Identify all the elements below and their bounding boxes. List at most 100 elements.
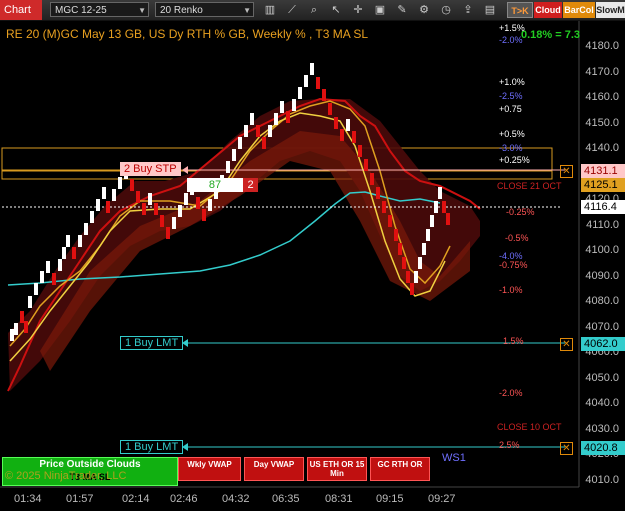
renko-brick	[334, 117, 338, 129]
percent-level-label: 1.5%	[503, 336, 524, 346]
tabs-icon[interactable]: ▤	[482, 2, 498, 18]
renko-brick	[96, 199, 100, 211]
renko-brick	[438, 187, 442, 199]
share-icon[interactable]: ⇪	[460, 2, 476, 18]
price-tick-label: 4090.0	[585, 269, 619, 282]
renko-brick	[10, 329, 14, 341]
percent-level-label: +0.25%	[499, 155, 530, 165]
renko-brick	[250, 113, 254, 125]
price-tick-label: 4110.0	[586, 218, 619, 231]
indicators-icon[interactable]: ⟋	[284, 2, 300, 18]
renko-brick	[414, 271, 418, 283]
percent-level-label: -3.0%	[499, 143, 523, 153]
renko-brick	[238, 137, 242, 149]
crosshair-icon[interactable]: ✛	[350, 2, 366, 18]
price-tick-label: 4180.0	[585, 40, 619, 52]
pointer-icon[interactable]: ↖	[328, 2, 344, 18]
price-tick-label: 4150.0	[585, 116, 619, 129]
chart-window: Chart MGC 12-25 ▼ 20 Renko ▼ ▥ ⟋ ⌕ ↖ ✛ ▣…	[0, 0, 625, 511]
renko-brick	[298, 87, 302, 99]
time-tick-label: 06:35	[272, 493, 300, 505]
renko-brick	[20, 311, 24, 323]
tok-button[interactable]: T>K	[507, 2, 533, 18]
renko-brick	[178, 205, 182, 217]
renko-brick	[422, 243, 426, 255]
buy-limit-order-label-1[interactable]: 1 Buy LMT	[120, 336, 184, 350]
cloud-button[interactable]: Cloud	[534, 2, 562, 18]
zoom-icon[interactable]: ⌕	[306, 2, 322, 18]
renko-brick	[14, 323, 18, 335]
chart-title: RE 20 (M)GC May 13 GB, US Dy RTH % GB, W…	[6, 27, 369, 41]
time-tick-label: 09:27	[428, 493, 456, 505]
stop-price-tag: 4131.1	[581, 164, 625, 178]
renko-brick	[274, 113, 278, 125]
barcol-button[interactable]: BarCol	[563, 2, 595, 18]
renko-brick	[58, 259, 62, 271]
renko-brick	[196, 197, 200, 209]
time-tick-label: 01:57	[66, 493, 94, 505]
chart-panel[interactable]: RE 20 (M)GC May 13 GB, US Dy RTH % GB, W…	[0, 21, 625, 511]
cancel-limit1-icon[interactable]: ✕	[560, 338, 573, 351]
renko-brick	[208, 199, 212, 211]
position-count[interactable]: 2	[243, 178, 258, 192]
time-tick-label: 02:14	[122, 493, 150, 505]
renko-brick	[358, 145, 362, 157]
renko-brick	[434, 201, 438, 213]
wkly-vwap-button[interactable]: Wkly VWAP	[178, 457, 241, 481]
renko-brick	[346, 119, 350, 131]
renko-brick	[46, 261, 50, 273]
gc-rth-or-button[interactable]: GC RTH OR	[370, 457, 430, 481]
draw-tool-icon[interactable]: ✎	[394, 2, 410, 18]
cancel-stop-icon[interactable]: ✕	[560, 165, 573, 178]
renko-brick	[232, 149, 236, 161]
time-tick-label: 09:15	[376, 493, 404, 505]
bar-type-selector[interactable]: 20 Renko ▼	[155, 2, 254, 17]
renko-brick	[340, 129, 344, 141]
renko-brick	[84, 223, 88, 235]
time-tick-label: 02:46	[170, 493, 198, 505]
percent-level-label: -2.0%	[499, 35, 523, 45]
renko-brick	[402, 257, 406, 269]
position-quantity[interactable]: 87	[187, 178, 243, 192]
us-eth-or-button[interactable]: US ETH OR 15 Min	[307, 457, 367, 481]
stop-arrow-icon	[182, 166, 188, 174]
range-box-lower	[1, 170, 553, 180]
bars-icon[interactable]: ▥	[262, 2, 278, 18]
price-chart[interactable]	[0, 21, 625, 511]
renko-brick	[446, 213, 450, 225]
price-tick-label: 4100.0	[585, 244, 619, 256]
percent-level-label: -0.75%	[499, 260, 528, 270]
price-tick-label: 4070.0	[585, 320, 619, 333]
slowm-button[interactable]: SlowM	[596, 2, 625, 18]
percent-level-label: CLOSE 21 OCT	[497, 181, 562, 191]
limit2-price-tag: 4020.8	[581, 441, 625, 455]
percent-stat: 0.18% = 7.3	[521, 29, 581, 41]
window-title[interactable]: Chart	[0, 0, 42, 20]
renko-brick	[62, 247, 66, 259]
price-tick-label: 4010.0	[585, 473, 619, 486]
price-tick-label: 4080.0	[585, 295, 619, 307]
current-price-tag: 4116.4	[581, 200, 625, 214]
renko-brick	[24, 321, 28, 333]
instrument-selector[interactable]: MGC 12-25 ▼	[50, 2, 149, 17]
renko-brick	[112, 189, 116, 201]
renko-brick	[410, 283, 414, 295]
cancel-limit2-icon[interactable]: ✕	[560, 442, 573, 455]
renko-brick	[244, 125, 248, 137]
renko-brick	[184, 193, 188, 205]
percent-level-label: -1.0%	[499, 285, 523, 295]
buy-stop-order-label[interactable]: 2 Buy STP	[120, 162, 181, 176]
chart-trader-icon[interactable]: ▣	[372, 2, 388, 18]
renko-brick	[160, 215, 164, 227]
day-vwap-button[interactable]: Day VWAP	[244, 457, 304, 481]
buy-limit-order-label-2[interactable]: 1 Buy LMT	[120, 440, 184, 454]
renko-brick	[382, 201, 386, 213]
strategy-icon[interactable]: ⚙	[416, 2, 432, 18]
clock-icon[interactable]: ◷	[438, 2, 454, 18]
renko-brick	[370, 173, 374, 185]
renko-brick	[328, 103, 332, 115]
chevron-down-icon: ▼	[243, 6, 251, 15]
renko-brick	[268, 125, 272, 137]
renko-brick	[106, 201, 110, 213]
renko-brick	[118, 177, 122, 189]
